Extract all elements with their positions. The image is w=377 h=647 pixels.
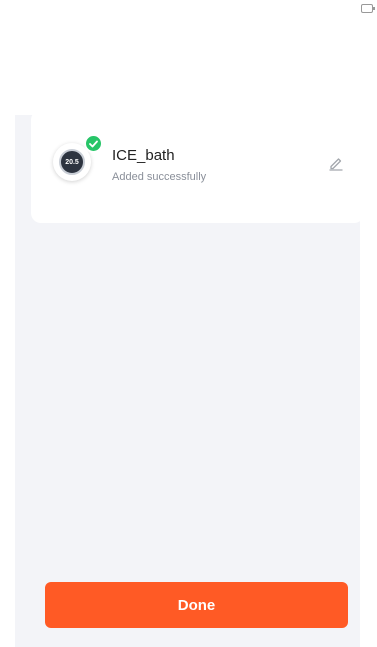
edit-name-button[interactable] [327, 154, 345, 172]
device-status: Added successfully [112, 171, 207, 183]
device-card: 20.5 ICE_bath Added successfully [31, 110, 364, 223]
thermostat-temp: 20.5 [65, 158, 79, 166]
battery-icon [361, 4, 375, 13]
thermostat-display: 20.5 [59, 149, 85, 175]
check-icon [84, 134, 103, 153]
pencil-icon [329, 158, 343, 171]
top-area [0, 0, 360, 115]
done-button[interactable]: Done [45, 582, 348, 628]
screen: 20.5 ICE_bath Added successfully Done [0, 0, 377, 647]
device-name: ICE_bath [112, 147, 175, 164]
